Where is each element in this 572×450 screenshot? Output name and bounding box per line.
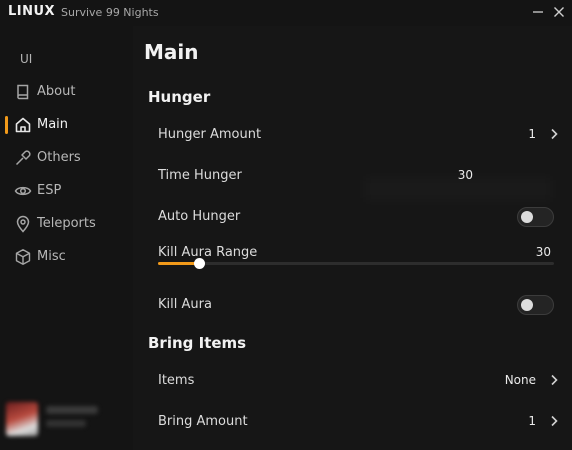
user-subtext-redacted [46, 420, 86, 427]
slider-value: 30 [535, 245, 551, 259]
eye-icon [14, 186, 32, 196]
row-label: Bring Amount [158, 414, 248, 429]
chevron-right-icon [551, 128, 558, 140]
minimize-icon [533, 11, 543, 13]
dropdown-value: 1 [528, 414, 536, 428]
sidebar-item-teleports[interactable]: Teleports [0, 211, 133, 237]
sidebar-item-label: Teleports [37, 216, 96, 231]
sidebar-item-main[interactable]: Main [0, 112, 133, 138]
section-title-bring-items: Bring Items [148, 334, 247, 352]
items-dropdown[interactable]: Items None [144, 364, 566, 398]
chevron-right-icon [551, 415, 558, 427]
minimize-button[interactable] [529, 3, 547, 21]
avatar [6, 402, 38, 436]
sidebar-item-others[interactable]: Others [0, 145, 133, 171]
dropdown-value: 1 [528, 127, 536, 141]
input-value: 30 [457, 168, 473, 182]
chevron-right-icon [551, 374, 558, 386]
sidebar-item-label: Misc [37, 249, 66, 264]
cube-icon [15, 249, 31, 265]
user-profile [6, 402, 106, 436]
row-label: Kill Aura [158, 297, 212, 312]
sidebar-item-label: Others [37, 150, 81, 165]
hunger-amount-dropdown[interactable]: Hunger Amount 1 [144, 118, 566, 152]
row-label: Time Hunger [158, 168, 242, 183]
time-hunger-input[interactable]: Time Hunger 30 [144, 159, 566, 193]
section-title-hunger: Hunger [148, 88, 211, 106]
sidebar-item-misc[interactable]: Misc [0, 244, 133, 270]
toggle-knob [521, 211, 533, 223]
home-icon [15, 117, 31, 133]
kill-aura-row: Kill Aura [144, 288, 566, 322]
sidebar-item-label: ESP [37, 183, 62, 198]
close-icon [554, 7, 564, 17]
app-brand: LINUX [8, 4, 56, 19]
tools-icon [15, 150, 31, 166]
main-panel: Main Hunger Hunger Amount 1 Time Hunger … [133, 26, 572, 450]
row-label: Kill Aura Range [158, 245, 258, 260]
sidebar-item-label: About [37, 84, 76, 99]
title-bar: LINUX Survive 99 Nights [0, 0, 572, 26]
window-subtitle: Survive 99 Nights [61, 6, 159, 19]
username-redacted [46, 406, 98, 414]
bring-amount-dropdown[interactable]: Bring Amount 1 [144, 405, 566, 439]
row-label: Items [158, 373, 195, 388]
sidebar-item-label: Main [37, 117, 69, 132]
dropdown-value: None [504, 373, 536, 387]
sidebar-section-label: UI [20, 52, 33, 66]
row-label: Hunger Amount [158, 127, 262, 142]
slider-fill [158, 262, 198, 265]
page-title: Main [144, 40, 199, 64]
kill-aura-range-slider[interactable]: Kill Aura Range 30 [144, 236, 566, 278]
auto-hunger-row: Auto Hunger [144, 200, 566, 234]
sidebar: UI About Main Others ESP Teleports Misc [0, 26, 133, 450]
active-indicator [5, 116, 8, 134]
close-button[interactable] [550, 3, 568, 21]
map-pin-icon [16, 215, 30, 233]
sidebar-item-about[interactable]: About [0, 79, 133, 105]
slider-thumb[interactable] [194, 258, 205, 269]
kill-aura-toggle[interactable] [517, 295, 554, 315]
book-icon [17, 84, 29, 100]
toggle-knob [521, 299, 533, 311]
slider-track[interactable] [158, 258, 554, 269]
row-label: Auto Hunger [158, 209, 241, 224]
sidebar-item-esp[interactable]: ESP [0, 178, 133, 204]
auto-hunger-toggle[interactable] [517, 207, 554, 227]
